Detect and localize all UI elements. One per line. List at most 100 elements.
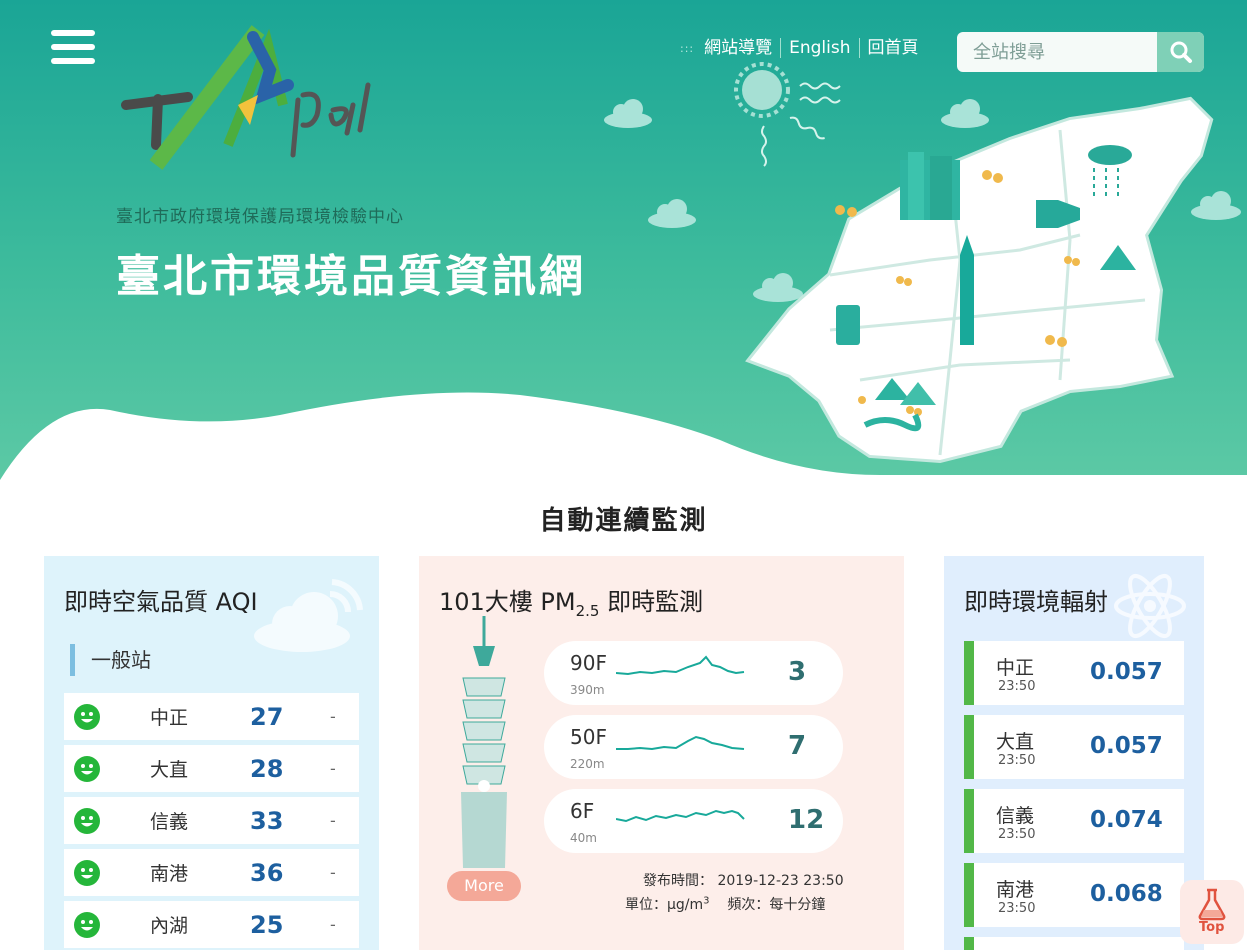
pm25-value: 3 xyxy=(788,657,807,687)
floor-label: 90F xyxy=(570,651,607,675)
unit-label: 單位： xyxy=(625,897,667,913)
station-name: 大直 xyxy=(996,731,1035,753)
floor-height: 40m xyxy=(570,831,597,845)
pm25-title-suffix: 即時監測 xyxy=(599,588,704,616)
radiation-row[interactable]: 大直 23:50 0.057 xyxy=(964,715,1184,779)
station-name: 信義 xyxy=(150,811,189,833)
aqi-row[interactable]: 信義 33 - xyxy=(64,797,359,844)
top-label: Top xyxy=(1199,920,1225,935)
station-name: 內湖 xyxy=(150,915,189,937)
measure-time: 23:50 xyxy=(998,901,1036,916)
floor-height: 390m xyxy=(570,683,605,697)
aqi-row[interactable]: 中正 27 - xyxy=(64,693,359,740)
station-name: 中正 xyxy=(150,707,189,729)
hamburger-menu-button[interactable] xyxy=(51,30,95,70)
radiation-row[interactable]: 中正 23:50 0.057 xyxy=(964,641,1184,705)
aqi-trend: - xyxy=(330,915,336,934)
aqi-value: 36 xyxy=(250,858,284,887)
aqi-card-title: 即時空氣品質 AQI xyxy=(64,588,258,616)
radiation-row-partial[interactable] xyxy=(964,937,1184,950)
radiation-card: 即時環境輻射 中正 23:50 0.057 大直 23:50 0.057 信義 … xyxy=(944,556,1204,950)
aqi-row[interactable]: 南港 36 - xyxy=(64,849,359,896)
home-link[interactable]: 回首頁 xyxy=(858,38,927,58)
site-search xyxy=(957,32,1204,72)
aqi-value: 28 xyxy=(250,754,284,783)
atom-icon xyxy=(1114,573,1186,639)
aqi-row[interactable]: 大直 28 - xyxy=(64,745,359,792)
good-face-icon xyxy=(74,859,100,886)
pm25-card-title: 101大樓 PM2.5 即時監測 xyxy=(439,582,703,620)
top-navigation: ::: 網站導覽 English 回首頁 xyxy=(680,38,927,58)
taipei-logo[interactable] xyxy=(118,25,378,170)
publish-label: 發布時間： xyxy=(643,873,713,889)
radiation-row[interactable]: 南港 23:50 0.068 xyxy=(964,863,1184,927)
pm25-row[interactable]: 50F 220m 7 xyxy=(544,715,843,779)
aqi-value: 25 xyxy=(250,910,284,939)
radiation-value: 0.074 xyxy=(1090,807,1163,833)
aqi-trend: - xyxy=(330,863,336,882)
back-to-top-button[interactable]: Top xyxy=(1180,880,1244,944)
search-input[interactable] xyxy=(957,32,1157,72)
station-name: 大直 xyxy=(150,759,189,781)
pm25-row[interactable]: 6F 40m 12 xyxy=(544,789,843,853)
measure-time: 23:50 xyxy=(998,827,1036,842)
hero-banner: 臺北市政府環境保護局環境檢驗中心 臺北市環境品質資訊網 ::: 網站導覽 Eng… xyxy=(0,0,1247,480)
floor-label: 6F xyxy=(570,799,595,823)
pm25-sparkline xyxy=(616,655,745,676)
aqi-trend: - xyxy=(330,707,336,726)
publish-time-value: 2019-12-23 23:50 xyxy=(717,873,844,889)
section-title: 自動連續監測 xyxy=(539,506,708,536)
search-button[interactable] xyxy=(1157,32,1204,72)
floor-label: 50F xyxy=(570,725,607,749)
unit-value: μg/m xyxy=(667,897,704,913)
station-name: 中正 xyxy=(996,657,1035,679)
pm25-value: 7 xyxy=(788,731,807,761)
aqi-trend: - xyxy=(330,811,336,830)
sitemap-link[interactable]: 網站導覽 xyxy=(704,38,780,58)
radiation-card-title: 即時環境輻射 xyxy=(964,588,1108,616)
good-face-icon xyxy=(74,911,100,938)
flask-icon xyxy=(1198,888,1226,921)
site-title: 臺北市環境品質資訊網 xyxy=(116,251,586,302)
menu-bar-icon xyxy=(51,58,95,64)
station-type-label: 一般站 xyxy=(70,644,151,676)
unit-superscript: 3 xyxy=(703,895,710,907)
unit-frequency: 單位：μg/m3 頻次：每十分鐘 xyxy=(625,894,825,914)
publish-time: 發布時間： 2019-12-23 23:50 xyxy=(643,870,844,890)
good-face-icon xyxy=(74,703,100,730)
pm25-card: 101大樓 PM2.5 即時監測 More 90F 390m 3 50F 220… xyxy=(419,556,904,950)
taipei101-icon xyxy=(461,616,507,868)
measure-time: 23:50 xyxy=(998,753,1036,768)
station-name: 信義 xyxy=(996,805,1035,827)
pm25-row[interactable]: 90F 390m 3 xyxy=(544,641,843,705)
aqi-row[interactable]: 內湖 25 - xyxy=(64,901,359,948)
pm25-title-prefix: 101大樓 PM xyxy=(439,588,576,616)
frequency-label: 頻次： xyxy=(727,897,770,913)
aqi-value: 27 xyxy=(250,702,284,731)
aqi-card: 即時空氣品質 AQI 一般站 中正 27 - 大直 28 - 信義 33 - 南… xyxy=(44,556,379,950)
floor-height: 220m xyxy=(570,757,605,771)
pm25-sparkline xyxy=(616,809,745,823)
aqi-trend: - xyxy=(330,759,336,778)
organization-name: 臺北市政府環境保護局環境檢驗中心 xyxy=(116,207,404,227)
radiation-value: 0.057 xyxy=(1090,733,1163,759)
frequency-value: 每十分鐘 xyxy=(769,897,826,913)
cloud-wifi-icon xyxy=(254,579,363,652)
pm25-value: 12 xyxy=(788,805,825,835)
radiation-value: 0.057 xyxy=(1090,659,1163,685)
pm25-sparkline xyxy=(616,735,745,751)
search-icon xyxy=(1170,41,1192,63)
station-name: 南港 xyxy=(996,879,1035,901)
hero-wave xyxy=(0,392,1247,480)
good-face-icon xyxy=(74,807,100,834)
pm25-title-sub: 2.5 xyxy=(575,601,600,620)
station-name: 南港 xyxy=(150,863,189,885)
more-button[interactable]: More xyxy=(447,871,521,901)
accesskey-dots[interactable]: ::: xyxy=(680,42,694,55)
english-link[interactable]: English xyxy=(780,38,858,58)
radiation-row[interactable]: 信義 23:50 0.074 xyxy=(964,789,1184,853)
menu-bar-icon xyxy=(51,44,95,50)
measure-time: 23:50 xyxy=(998,679,1036,694)
radiation-value: 0.068 xyxy=(1090,881,1163,907)
menu-bar-icon xyxy=(51,30,95,36)
